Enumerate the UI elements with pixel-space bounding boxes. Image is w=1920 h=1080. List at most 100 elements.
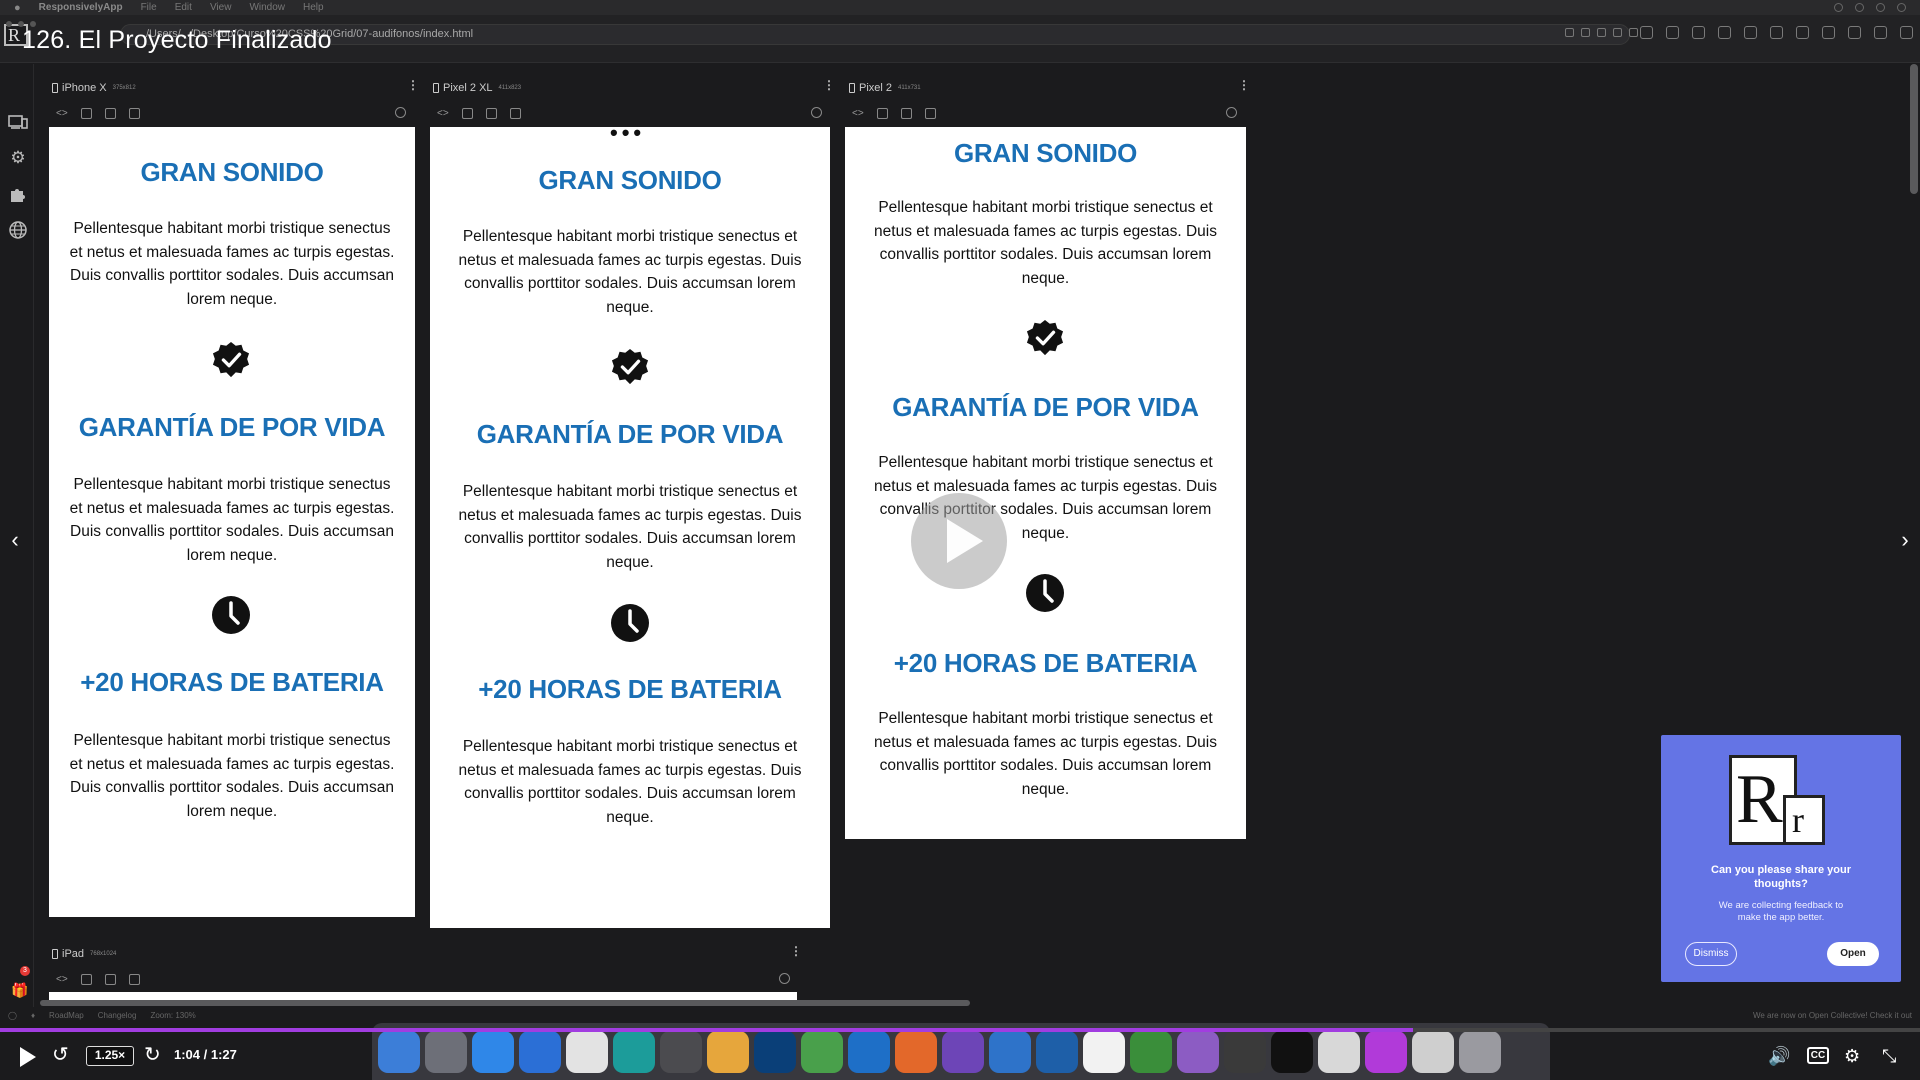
- globe-icon[interactable]: [8, 220, 28, 240]
- menu-help[interactable]: Help: [303, 2, 324, 13]
- menu-window[interactable]: Window: [249, 2, 285, 13]
- close-window-icon[interactable]: [6, 21, 12, 27]
- video-play-overlay-button[interactable]: [911, 493, 1007, 589]
- vertical-scrollbar[interactable]: [1910, 64, 1918, 194]
- zoom-in-icon[interactable]: [1900, 26, 1913, 39]
- pen-icon[interactable]: [105, 107, 116, 119]
- dismiss-button[interactable]: Dismiss: [1685, 942, 1737, 966]
- apple-icon[interactable]: ●: [14, 2, 21, 14]
- notification-badge: 3: [20, 966, 30, 976]
- settings-gear-icon[interactable]: ⚙: [8, 148, 28, 168]
- edit-icon[interactable]: [510, 107, 521, 119]
- code-icon[interactable]: <>: [56, 974, 68, 985]
- section-text: Pellentesque habitant morbi tristique se…: [874, 454, 1217, 542]
- tablet-icon: [52, 949, 58, 959]
- volume-icon[interactable]: 🔊: [1768, 1046, 1790, 1067]
- device-menu-icon[interactable]: ⋮: [1238, 78, 1250, 92]
- menubar-app-name[interactable]: ResponsivelyApp: [39, 2, 123, 13]
- exit-fullscreen-icon[interactable]: ⤡: [1882, 1046, 1896, 1067]
- screenshot-icon[interactable]: [1848, 26, 1861, 39]
- feedback-subtext: We are collecting feedback to make the a…: [1718, 900, 1844, 923]
- extension-icon[interactable]: [1629, 28, 1638, 37]
- refresh-icon[interactable]: [1226, 107, 1237, 118]
- code-icon[interactable]: <>: [852, 108, 864, 119]
- screenshot-icon[interactable]: [81, 107, 92, 119]
- device-header-iphone-x: iPhone X 375x812: [52, 80, 136, 96]
- open-collective-notice[interactable]: We are now on Open Collective! Check it …: [1753, 1011, 1912, 1020]
- rewind-icon[interactable]: ↺: [52, 1042, 69, 1067]
- menu-view[interactable]: View: [210, 2, 232, 13]
- section-title: GARANTÍA DE POR VIDA: [892, 392, 1199, 422]
- menu-edit[interactable]: Edit: [175, 2, 192, 13]
- device-name: iPhone X: [62, 82, 107, 94]
- inspect-icon[interactable]: [1666, 26, 1679, 39]
- pen-icon[interactable]: [486, 107, 497, 119]
- changelog-link[interactable]: Changelog: [98, 1011, 137, 1020]
- status-icon[interactable]: [1834, 3, 1843, 12]
- next-arrow-icon[interactable]: ›: [1892, 520, 1918, 560]
- section-text: Pellentesque habitant morbi tristique se…: [69, 476, 395, 564]
- device-menu-icon[interactable]: ⋮: [790, 944, 802, 958]
- pen-icon[interactable]: [105, 973, 116, 985]
- edit-icon[interactable]: [925, 107, 936, 119]
- section-title: +20 HORAS DE BATERIA: [893, 648, 1198, 678]
- device-screen-pixel-2-xl[interactable]: ••• GRAN SONIDO Pellentesque habitant mo…: [430, 127, 830, 928]
- rotate-icon[interactable]: [1744, 26, 1757, 39]
- pen-icon[interactable]: [1874, 26, 1887, 39]
- extension-icon[interactable]: [1597, 28, 1606, 37]
- mute-icon[interactable]: [1796, 26, 1809, 39]
- screenshot-icon[interactable]: [877, 107, 888, 119]
- control-center-icon[interactable]: [1897, 3, 1906, 12]
- extensions-puzzle-icon[interactable]: [8, 184, 28, 204]
- play-icon[interactable]: [20, 1047, 36, 1067]
- menu-file[interactable]: File: [141, 2, 157, 13]
- section-text: Pellentesque habitant morbi tristique se…: [874, 710, 1217, 798]
- roadmap-link[interactable]: RoadMap: [49, 1011, 84, 1020]
- clock-icon: [611, 604, 649, 642]
- device-dims: 375x812: [112, 85, 136, 91]
- zoom-icon[interactable]: [1718, 26, 1731, 39]
- open-button[interactable]: Open: [1827, 942, 1879, 966]
- horizontal-scrollbar[interactable]: [40, 1000, 970, 1006]
- sync-icon[interactable]: [1822, 26, 1835, 39]
- forward-icon[interactable]: ↻: [144, 1042, 161, 1067]
- twitter-icon[interactable]: ♦: [31, 1011, 35, 1020]
- settings-gear-icon[interactable]: ⚙: [1844, 1046, 1860, 1067]
- device-menu-icon[interactable]: ⋮: [823, 78, 835, 92]
- wifi-icon[interactable]: [1876, 3, 1885, 12]
- edit-icon[interactable]: [1692, 26, 1705, 39]
- github-icon[interactable]: ◯: [8, 1011, 17, 1020]
- touch-icon[interactable]: [1770, 26, 1783, 39]
- device-tools: <>: [437, 106, 521, 120]
- playback-speed-button[interactable]: 1.25×: [86, 1046, 134, 1066]
- refresh-icon[interactable]: [779, 973, 790, 984]
- refresh-icon[interactable]: [395, 107, 406, 118]
- feedback-card: R r Can you please share your thoughts? …: [1661, 735, 1901, 982]
- pen-icon[interactable]: [901, 107, 912, 119]
- edit-icon[interactable]: [129, 107, 140, 119]
- network-icon[interactable]: [1640, 26, 1653, 39]
- extension-icon[interactable]: [1581, 28, 1590, 37]
- code-icon[interactable]: <>: [56, 108, 68, 119]
- device-screen-pixel-2[interactable]: GRAN SONIDO Pellentesque habitant morbi …: [845, 127, 1246, 839]
- devices-icon[interactable]: [8, 112, 28, 132]
- captions-button[interactable]: CC: [1807, 1047, 1829, 1064]
- device-screen-iphone-x[interactable]: GRAN SONIDO Pellentesque habitant morbi …: [49, 127, 415, 917]
- bookmark-icon[interactable]: [1565, 28, 1574, 37]
- status-icon[interactable]: [1855, 3, 1864, 12]
- video-controls: ↺ 1.25× ↻ 1:04 / 1:27 🔊 CC ⚙ ⤡: [0, 1032, 1920, 1080]
- clock-icon: [1026, 574, 1064, 612]
- previous-arrow-icon[interactable]: ‹: [2, 520, 28, 560]
- edit-icon[interactable]: [129, 973, 140, 985]
- extension-icon[interactable]: [1613, 28, 1622, 37]
- device-menu-icon[interactable]: ⋮: [407, 78, 419, 92]
- device-dims: 768x1024: [90, 951, 117, 957]
- refresh-icon[interactable]: [811, 107, 822, 118]
- screenshot-icon[interactable]: [81, 973, 92, 985]
- mac-menubar: ● ResponsivelyApp File Edit View Window …: [0, 0, 1920, 15]
- section-title: GARANTÍA DE POR VIDA: [78, 412, 386, 442]
- gift-icon[interactable]: 🎁: [11, 982, 28, 999]
- video-time: 1:04 / 1:27: [174, 1047, 237, 1062]
- screenshot-icon[interactable]: [462, 107, 473, 119]
- code-icon[interactable]: <>: [437, 108, 449, 119]
